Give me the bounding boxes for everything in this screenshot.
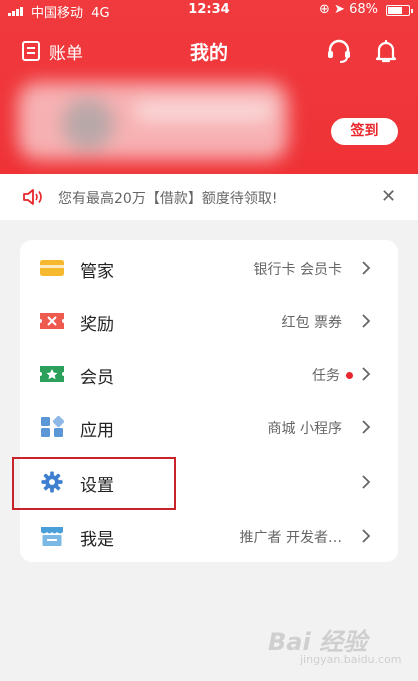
chevron-right-icon [362, 475, 371, 489]
menu-item-detail: 任务 [312, 368, 340, 384]
gear-icon [41, 471, 63, 493]
status-bar: 中国移动 4G 12:34 ⊕ ➤ 68% [0, 0, 418, 21]
notice-text: 您有最高20万【借款】额度待领取! [58, 191, 278, 207]
card-icon [40, 260, 64, 276]
ticket-star-icon [40, 366, 64, 382]
menu-item-label: 设置 [80, 476, 114, 496]
sign-in-button[interactable]: 签到 [331, 118, 398, 145]
menu-item-label: 应用 [80, 421, 114, 441]
apps-grid-icon [41, 416, 64, 437]
chevron-right-icon [362, 261, 371, 275]
chevron-right-icon [362, 529, 371, 543]
menu-card: 管家 银行卡 会员卡 奖励 红包 票券 会员 任务 应用 商城 小程序 设置 我… [20, 240, 398, 562]
profile-header: 中国移动 4G 12:34 ⊕ ➤ 68% 账单 我的 签到 [0, 0, 418, 174]
battery-icon [386, 5, 413, 16]
chevron-right-icon [362, 367, 371, 381]
page-title: 我的 [189, 42, 228, 64]
menu-item-detail: 银行卡 会员卡 [253, 262, 342, 278]
menu-item-apps[interactable]: 应用 商城 小程序 [20, 401, 398, 454]
watermark-brand: Bai 经验 [268, 628, 368, 656]
blurred-profile-info [4, 64, 304, 174]
chevron-right-icon [362, 314, 371, 328]
menu-item-rewards[interactable]: 奖励 红包 票券 [20, 295, 398, 348]
menu-item-detail: 商城 小程序 [267, 421, 342, 437]
baidu-watermark-logo: Bai 经验 jingyan.baidu.com [268, 620, 403, 670]
menu-item-identity[interactable]: 我是 推广者 开发者… [20, 510, 398, 563]
bell-icon[interactable] [371, 36, 401, 66]
menu-item-butler[interactable]: 管家 银行卡 会员卡 [20, 242, 398, 295]
notice-bar[interactable]: 您有最高20万【借款】额度待领取! ✕ [0, 174, 418, 220]
notification-dot [346, 372, 353, 379]
chevron-right-icon [362, 420, 371, 434]
menu-item-label: 会员 [80, 368, 114, 388]
menu-item-label: 管家 [80, 262, 114, 282]
menu-item-label: 我是 [80, 530, 114, 550]
coupon-icon [40, 313, 64, 329]
avatar [62, 98, 114, 150]
store-icon [41, 527, 63, 546]
speaker-icon [23, 189, 42, 205]
menu-item-label: 奖励 [80, 315, 114, 335]
location-icon: ⊕ ➤ [319, 2, 345, 17]
battery-percent: 68% [349, 2, 378, 17]
menu-item-settings[interactable]: 设置 [20, 456, 398, 509]
menu-item-membership[interactable]: 会员 任务 [20, 348, 398, 401]
menu-item-detail: 推广者 开发者… [239, 530, 342, 546]
headset-icon[interactable] [324, 36, 354, 66]
watermark-url: jingyan.baidu.com [300, 653, 402, 666]
close-icon[interactable]: ✕ [381, 186, 396, 207]
menu-item-detail: 红包 票券 [281, 315, 342, 331]
